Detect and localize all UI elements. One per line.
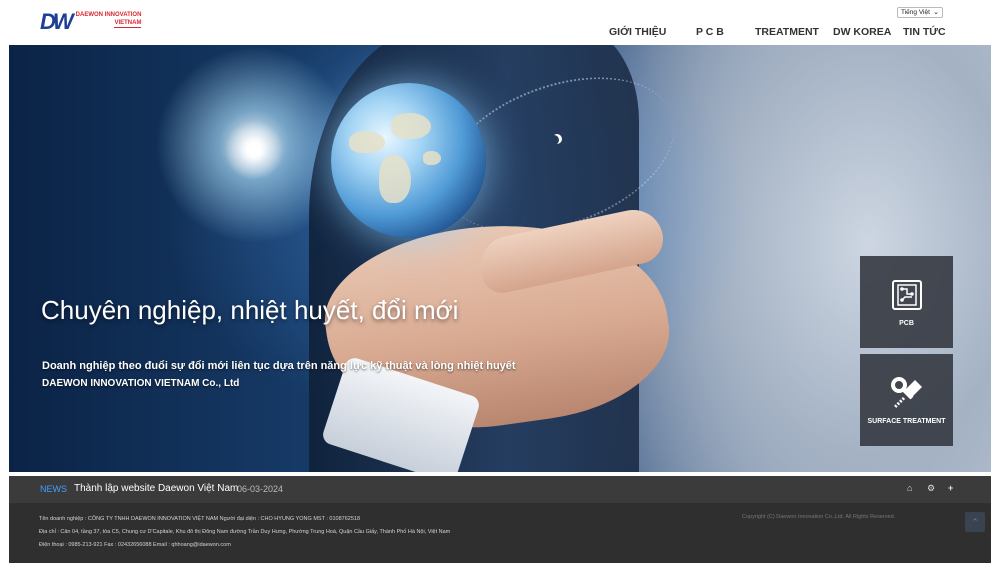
chevron-up-icon: ⌃ — [971, 517, 979, 527]
globe-image — [331, 83, 486, 238]
logo-line-1: DAEWON INNOVATION — [75, 12, 142, 18]
plus-icon[interactable]: + — [948, 483, 953, 493]
nav-tin-tuc[interactable]: TIN TỨC — [903, 26, 946, 38]
nav-pcb[interactable]: P C B — [696, 26, 724, 38]
main-nav: GIỚI THIỆU P C B TREATMENT DW KOREA TIN … — [0, 26, 1000, 40]
nav-dw-korea[interactable]: DW KOREA — [833, 26, 891, 38]
home-icon[interactable]: ⌂ — [907, 483, 912, 493]
light-flare — [224, 120, 284, 180]
site-header: DW DAEWON INNOVATION VIETNAM Tiếng Việt … — [0, 0, 1000, 45]
footer-copyright: Copyright (C) Daewon Innovation Co.,Ltd.… — [742, 514, 896, 520]
footer-contact: Điện thoại : 0985-213-921 Fax : 02432656… — [39, 542, 231, 548]
nav-treatment[interactable]: TREATMENT — [755, 26, 819, 38]
scroll-to-top-button[interactable]: ⌃ — [965, 512, 985, 532]
language-select[interactable]: Tiếng Việt ⌄ — [897, 7, 943, 18]
news-headline-link[interactable]: Thành lập website Daewon Việt Nam — [74, 483, 238, 494]
circuit-board-icon — [891, 279, 922, 310]
surface-treatment-tile-label: SURFACE TREATMENT — [867, 417, 946, 425]
news-date: 06-03-2024 — [237, 484, 284, 494]
pcb-tile-button[interactable]: PCB — [860, 256, 953, 348]
hero-title: Chuyên nghiệp, nhiệt huyết, đổi mới — [41, 295, 459, 325]
news-tag: NEWS — [40, 484, 67, 494]
footer-company-info: Tên doanh nghiệp : CÔNG TY TNHH DAEWON I… — [39, 516, 361, 522]
gear-icon[interactable]: ⚙ — [927, 483, 935, 494]
nav-gioi-thieu[interactable]: GIỚI THIỆU — [609, 26, 666, 38]
hero-subtitle: Doanh nghiệp theo đuổi sự đổi mới liên t… — [42, 360, 516, 372]
bolt-wrench-icon — [890, 376, 922, 408]
footer-address: Địa chỉ : Căn 04, tầng 37, tòa C5, Chung… — [39, 529, 451, 535]
news-bar: NEWS Thành lập website Daewon Việt Nam 0… — [9, 476, 991, 503]
moon-icon — [549, 135, 559, 145]
hero-banner: Chuyên nghiệp, nhiệt huyết, đổi mới Doan… — [9, 45, 991, 472]
page: DW DAEWON INNOVATION VIETNAM Tiếng Việt … — [0, 0, 1000, 563]
site-footer: Tên doanh nghiệp : CÔNG TY TNHH DAEWON I… — [9, 503, 991, 563]
hero-company-name: DAEWON INNOVATION VIETNAM Co., Ltd — [42, 378, 240, 389]
pcb-tile-label: PCB — [899, 319, 914, 327]
language-label: Tiếng Việt — [901, 9, 930, 16]
surface-treatment-tile-button[interactable]: SURFACE TREATMENT — [860, 354, 953, 446]
chevron-down-icon: ⌄ — [933, 9, 939, 16]
